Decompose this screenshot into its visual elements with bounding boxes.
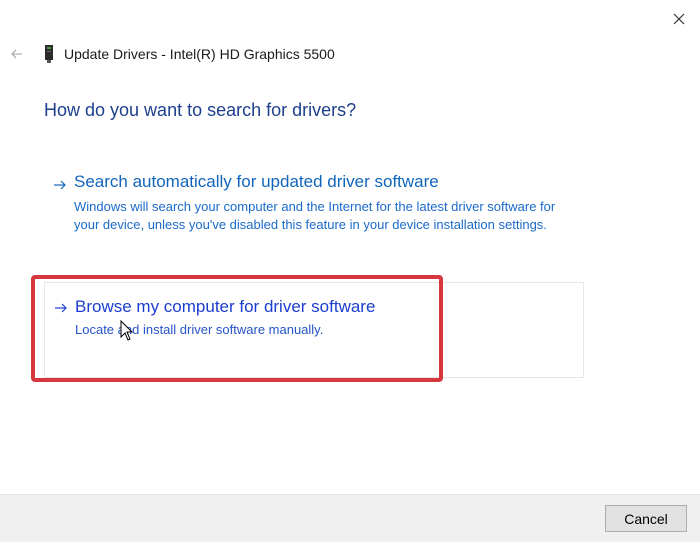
graphics-card-icon xyxy=(44,45,54,63)
back-arrow-icon xyxy=(11,49,22,59)
browse-computer-title[interactable]: Browse my computer for driver software xyxy=(75,297,583,317)
wizard-footer: Cancel xyxy=(0,494,700,542)
arrow-right-icon xyxy=(53,298,69,318)
mouse-cursor-icon xyxy=(120,320,134,341)
cancel-button[interactable]: Cancel xyxy=(605,505,687,532)
search-automatically-option[interactable]: Search automatically for updated driver … xyxy=(44,172,584,242)
update-drivers-window: Update Drivers - Intel(R) HD Graphics 55… xyxy=(0,0,700,542)
back-button[interactable] xyxy=(10,47,24,61)
search-automatically-description: Windows will search your computer and th… xyxy=(74,199,556,232)
close-icon xyxy=(673,13,685,25)
arrow-right-icon xyxy=(52,175,68,195)
browse-computer-description: Locate and install driver software manua… xyxy=(75,322,324,337)
wizard-title: Update Drivers - Intel(R) HD Graphics 55… xyxy=(64,46,335,62)
close-button[interactable] xyxy=(668,8,690,30)
page-question: How do you want to search for drivers? xyxy=(44,100,357,120)
wizard-header: Update Drivers - Intel(R) HD Graphics 55… xyxy=(10,44,335,64)
search-automatically-title[interactable]: Search automatically for updated driver … xyxy=(74,172,584,192)
